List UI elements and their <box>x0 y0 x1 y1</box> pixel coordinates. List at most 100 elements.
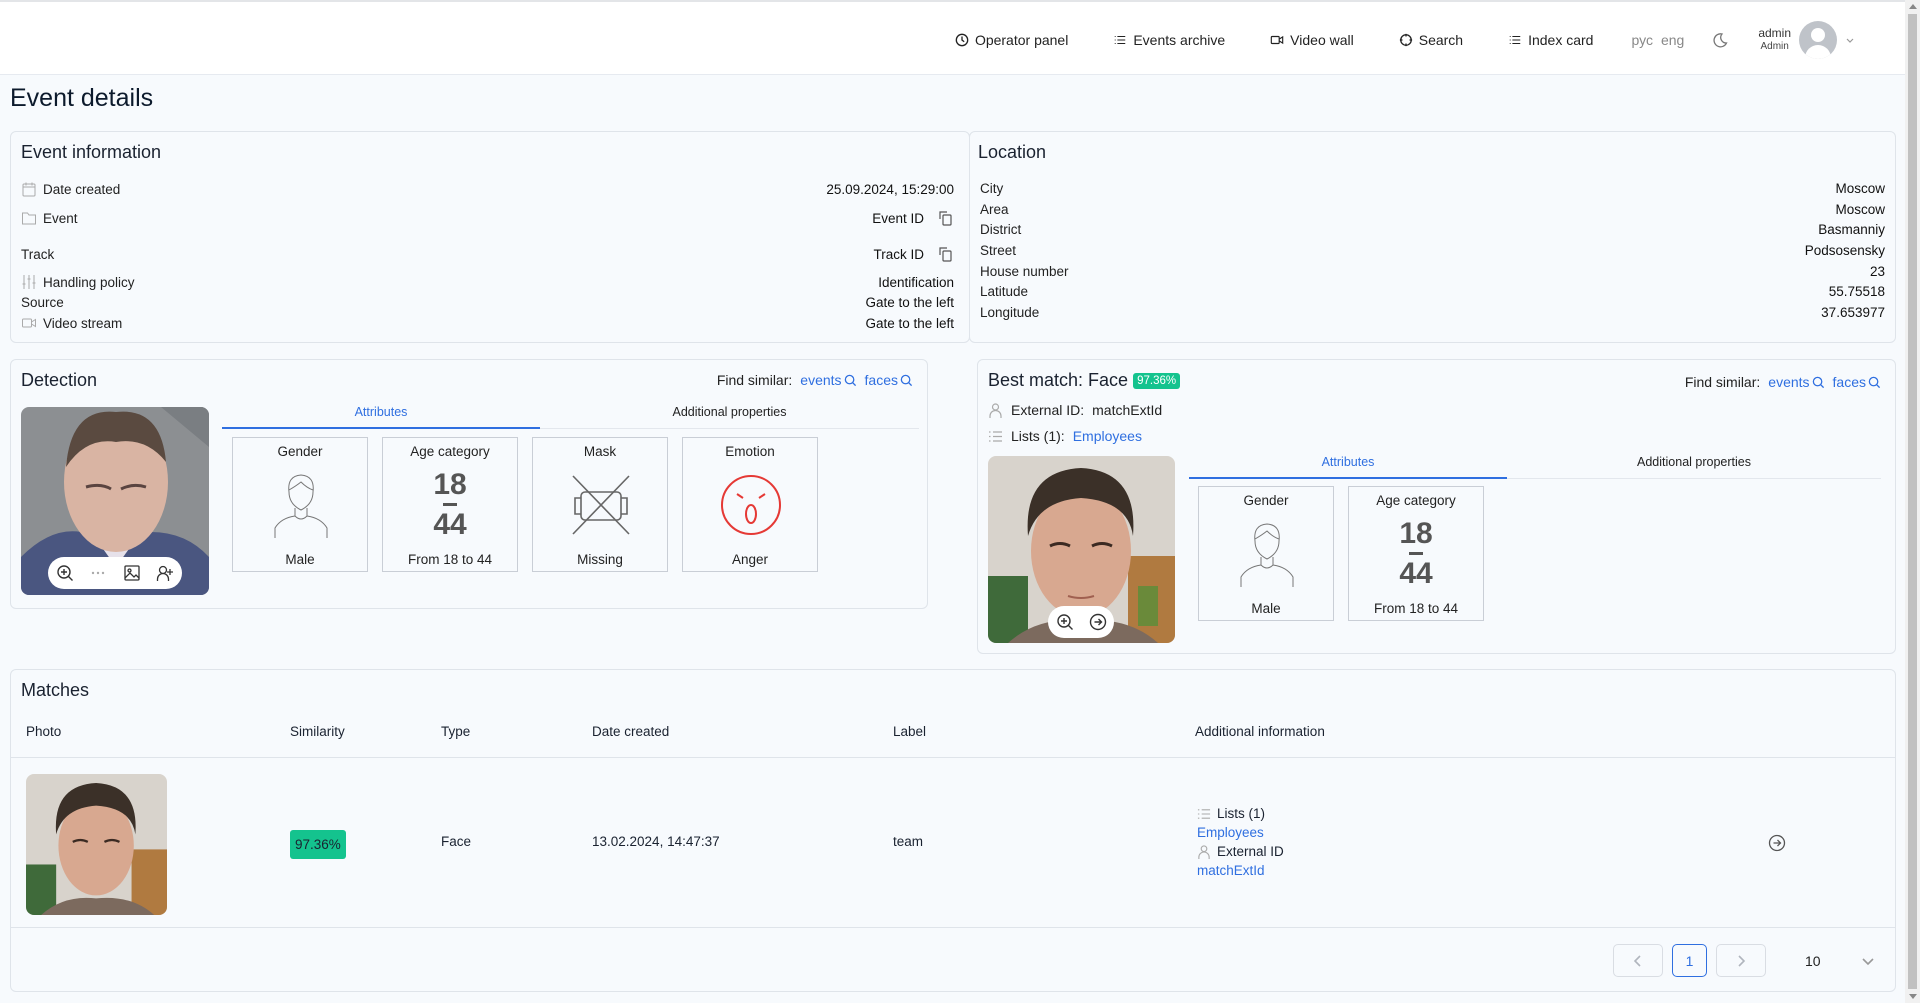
nav-search[interactable]: Search <box>1399 32 1463 48</box>
col-similarity: Similarity <box>290 724 345 739</box>
age-range-icon: 18 44 <box>433 468 467 541</box>
nav-events-archive[interactable]: Events archive <box>1113 32 1225 48</box>
image-icon[interactable] <box>123 564 141 582</box>
row-area: Area Moscow <box>980 202 1885 217</box>
attr-age-category: Age category 18 44 From 18 to 44 <box>1348 486 1484 621</box>
next-page-button[interactable] <box>1716 944 1766 977</box>
similarity-badge: 97.36% <box>1133 373 1181 390</box>
chevron-down-icon <box>1862 957 1874 965</box>
table-row[interactable]: 97.36% Face 13.02.2024, 14:47:37 team Li… <box>11 758 1895 928</box>
row-source: Source Gate to the left <box>21 295 954 310</box>
external-id-value: matchExtId <box>1092 402 1163 418</box>
avatar <box>1799 20 1837 59</box>
user-menu[interactable]: admin Admin <box>1758 20 1855 59</box>
main-nav: Operator panel Events archive Video wall… <box>910 2 1855 77</box>
arrow-right-circle-icon[interactable] <box>1089 613 1107 631</box>
zoom-in-icon[interactable] <box>1056 613 1074 631</box>
no-mask-icon <box>572 475 630 535</box>
copy-icon[interactable] <box>936 245 954 263</box>
video-icon <box>1270 35 1284 44</box>
col-additional-information: Additional information <box>1195 724 1325 739</box>
sliders-icon <box>22 275 36 289</box>
lists-line: Lists (1): Employees <box>988 428 1142 444</box>
card-title: Best match: Face 97.36% <box>988 370 1181 391</box>
match-date-created: 13.02.2024, 14:47:37 <box>592 834 720 849</box>
nav-index-card[interactable]: Index card <box>1508 32 1593 48</box>
col-date-created: Date created <box>592 724 670 739</box>
nav-label: Events archive <box>1133 31 1226 48</box>
detection-photo[interactable] <box>21 407 209 595</box>
location-card: Location City Moscow Area Moscow District B… <box>969 131 1896 343</box>
find-similar: Find similar: events faces <box>717 372 913 388</box>
col-label: Label <box>893 724 927 739</box>
page-size-select[interactable]: 10 <box>1775 953 1875 969</box>
find-similar-events-link[interactable]: events <box>1768 374 1824 390</box>
chevron-down-icon <box>1846 38 1854 43</box>
more-icon[interactable] <box>89 564 107 582</box>
match-type: Face <box>441 834 472 849</box>
handling-policy-link[interactable]: Identification <box>878 275 954 290</box>
external-id-line: External ID: matchExtId <box>988 402 1162 418</box>
row-house-number: House number 23 <box>980 264 1885 279</box>
person-icon <box>1198 844 1210 859</box>
chevron-right-icon <box>1738 954 1746 967</box>
row-latitude: Latitude 55.75518 <box>980 284 1885 299</box>
person-icon <box>1240 523 1294 587</box>
page-scrollbar[interactable] <box>1905 0 1920 1003</box>
tab-attributes[interactable]: Attributes <box>1189 455 1507 479</box>
row-date-created: Date created 25.09.2024, 15:29:00 <box>21 181 954 197</box>
date-created-value: 25.09.2024, 15:29:00 <box>826 181 954 197</box>
nav-operator-panel[interactable]: Operator panel <box>955 32 1068 48</box>
find-similar-events-link[interactable]: events <box>800 372 856 388</box>
find-similar-faces-link[interactable]: faces <box>865 372 913 388</box>
language-switch: рус eng <box>1631 32 1684 48</box>
list-employees-link[interactable]: Employees <box>1073 428 1142 444</box>
match-photo[interactable] <box>26 774 167 915</box>
row-handling-policy: Handling policy Identification <box>21 274 954 290</box>
add-person-icon[interactable] <box>156 564 174 582</box>
zoom-in-icon[interactable] <box>56 564 74 582</box>
nav-video-wall[interactable]: Video wall <box>1270 32 1354 48</box>
tab-additional-properties[interactable]: Additional properties <box>540 405 919 428</box>
match-label: team <box>893 834 924 849</box>
tab-attributes[interactable]: Attributes <box>222 405 540 429</box>
tab-additional-properties[interactable]: Additional properties <box>1507 455 1881 478</box>
find-similar-faces-link[interactable]: faces <box>1833 374 1881 390</box>
search-circle-icon <box>1399 33 1412 46</box>
folder-icon <box>22 212 36 225</box>
event-id-label: Event ID <box>872 210 924 226</box>
moon-icon[interactable] <box>1712 32 1728 48</box>
similarity-badge: 97.36% <box>290 830 346 859</box>
attr-emotion: Emotion Anger <box>682 437 818 572</box>
row-track: Track Track ID <box>21 245 954 263</box>
external-id-link[interactable]: matchExtId <box>1197 863 1265 878</box>
attr-gender: Gender Male <box>232 437 368 572</box>
search-icon <box>1868 376 1881 388</box>
calendar-icon <box>22 182 36 197</box>
row-district: District Basmanniy <box>980 222 1885 237</box>
row-street: Street Podsosensky <box>980 243 1885 258</box>
video-icon <box>22 318 36 328</box>
prev-page-button[interactable] <box>1613 944 1663 977</box>
video-stream-link[interactable]: Gate to the left <box>865 316 954 331</box>
best-match-photo[interactable] <box>988 456 1175 643</box>
arrow-right-circle-icon[interactable] <box>1768 834 1786 852</box>
lang-en[interactable]: eng <box>1661 32 1684 48</box>
search-icon <box>1812 376 1824 388</box>
age-range-icon: 18 44 <box>1399 517 1433 590</box>
person-icon <box>989 402 1002 418</box>
page-button-current[interactable]: 1 <box>1672 944 1707 977</box>
search-icon <box>900 374 913 386</box>
pagination: 1 10 <box>1613 944 1875 977</box>
lang-ru[interactable]: рус <box>1631 32 1652 48</box>
person-icon <box>274 474 328 538</box>
detection-tabs: Attributes Additional properties <box>222 405 919 429</box>
top-navbar: Operator panel Events archive Video wall… <box>0 0 1905 75</box>
list-employees-link[interactable]: Employees <box>1197 825 1264 840</box>
copy-icon[interactable] <box>936 209 954 227</box>
nav-label: Index card <box>1528 31 1594 48</box>
photo-toolbar <box>1048 606 1114 638</box>
track-id-label: Track ID <box>873 246 925 262</box>
user-name: admin <box>1758 26 1791 41</box>
chevron-left-icon <box>1633 954 1641 967</box>
